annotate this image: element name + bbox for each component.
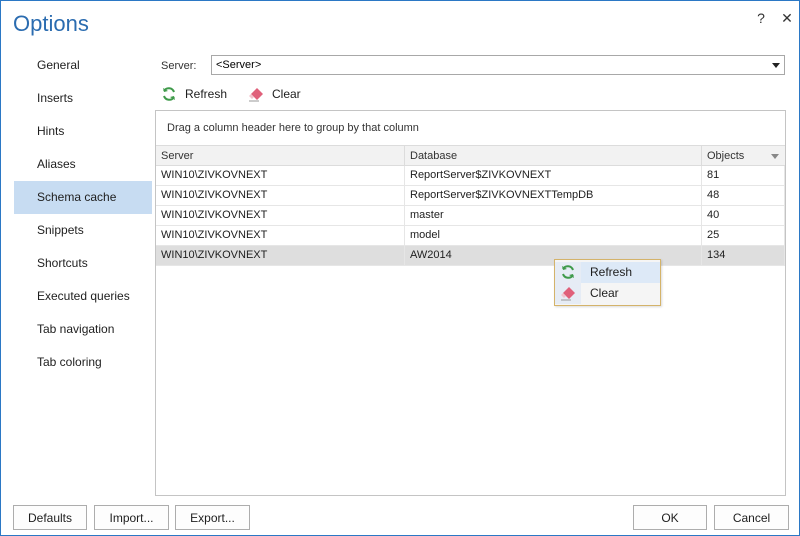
table-row-selected[interactable]: WIN10\ZIVKOVNEXT AW2014 134 — [156, 246, 785, 266]
eraser-icon — [249, 88, 263, 102]
table-row[interactable]: WIN10\ZIVKOVNEXT ReportServer$ZIVKOVNEXT… — [156, 166, 785, 186]
table-row[interactable]: WIN10\ZIVKOVNEXT master 40 — [156, 206, 785, 226]
cell-server: WIN10\ZIVKOVNEXT — [156, 186, 405, 205]
context-menu-clear[interactable]: Clear — [555, 283, 660, 304]
sidebar-item-snippets[interactable]: Snippets — [14, 214, 152, 247]
grid-header: Server Database Objects — [156, 145, 785, 166]
dialog-title: Options — [13, 11, 89, 36]
clear-button-label: Clear — [272, 87, 301, 101]
sidebar-item-shortcuts[interactable]: Shortcuts — [14, 247, 152, 280]
cell-server: WIN10\ZIVKOVNEXT — [156, 226, 405, 245]
table-row[interactable]: WIN10\ZIVKOVNEXT model 25 — [156, 226, 785, 246]
context-menu-clear-label: Clear — [590, 286, 619, 300]
column-header-database[interactable]: Database — [405, 146, 702, 166]
sidebar-item-hints[interactable]: Hints — [14, 115, 152, 148]
options-dialog: Options ? ✕ General Inserts Hints Aliase… — [0, 0, 800, 536]
cell-database: ReportServer$ZIVKOVNEXT — [405, 166, 702, 185]
column-header-objects[interactable]: Objects — [702, 146, 785, 166]
refresh-button[interactable]: Refresh — [161, 83, 227, 105]
column-header-server[interactable]: Server — [156, 146, 405, 166]
eraser-icon — [561, 287, 575, 301]
cell-server: WIN10\ZIVKOVNEXT — [156, 206, 405, 225]
sidebar-item-general[interactable]: General — [14, 49, 152, 82]
schema-cache-grid: Drag a column header here to group by th… — [155, 110, 786, 496]
sidebar-item-tab-coloring[interactable]: Tab coloring — [14, 346, 152, 379]
cell-database: master — [405, 206, 702, 225]
options-sidebar: General Inserts Hints Aliases Schema cac… — [14, 49, 152, 379]
cell-database: model — [405, 226, 702, 245]
context-menu-refresh-label: Refresh — [590, 265, 633, 279]
sidebar-item-executed-queries[interactable]: Executed queries — [14, 280, 152, 313]
refresh-icon — [562, 265, 574, 279]
cell-objects: 81 — [702, 166, 785, 185]
context-menu-refresh[interactable]: Refresh — [555, 262, 660, 283]
help-button[interactable]: ? — [751, 9, 771, 27]
chevron-down-icon — [772, 62, 780, 68]
cell-objects: 40 — [702, 206, 785, 225]
cell-objects: 134 — [702, 246, 785, 265]
sidebar-item-tab-navigation[interactable]: Tab navigation — [14, 313, 152, 346]
refresh-icon — [163, 87, 175, 101]
sort-arrow-icon — [771, 154, 779, 159]
clear-button[interactable]: Clear — [248, 83, 301, 105]
server-dropdown-button[interactable] — [768, 56, 784, 74]
table-row[interactable]: WIN10\ZIVKOVNEXT ReportServer$ZIVKOVNEXT… — [156, 186, 785, 206]
cell-server: WIN10\ZIVKOVNEXT — [156, 246, 405, 265]
server-label: Server: — [161, 60, 197, 72]
column-header-objects-label: Objects — [707, 150, 745, 162]
group-by-panel[interactable]: Drag a column header here to group by th… — [156, 111, 785, 145]
close-button[interactable]: ✕ — [777, 9, 797, 27]
export-button[interactable]: Export... — [175, 505, 250, 530]
cell-server: WIN10\ZIVKOVNEXT — [156, 166, 405, 185]
sidebar-item-schema-cache[interactable]: Schema cache — [14, 181, 152, 214]
ok-button[interactable]: OK — [633, 505, 707, 530]
cell-objects: 48 — [702, 186, 785, 205]
import-button[interactable]: Import... — [94, 505, 169, 530]
cell-objects: 25 — [702, 226, 785, 245]
server-input[interactable] — [212, 56, 768, 74]
cell-database: ReportServer$ZIVKOVNEXTTempDB — [405, 186, 702, 205]
sidebar-item-inserts[interactable]: Inserts — [14, 82, 152, 115]
server-combobox[interactable] — [211, 55, 785, 75]
cancel-button[interactable]: Cancel — [714, 505, 789, 530]
grid-body: WIN10\ZIVKOVNEXT ReportServer$ZIVKOVNEXT… — [156, 166, 785, 266]
sidebar-item-aliases[interactable]: Aliases — [14, 148, 152, 181]
context-menu: Refresh Clear — [554, 259, 661, 306]
defaults-button[interactable]: Defaults — [13, 505, 87, 530]
refresh-button-label: Refresh — [185, 87, 228, 101]
